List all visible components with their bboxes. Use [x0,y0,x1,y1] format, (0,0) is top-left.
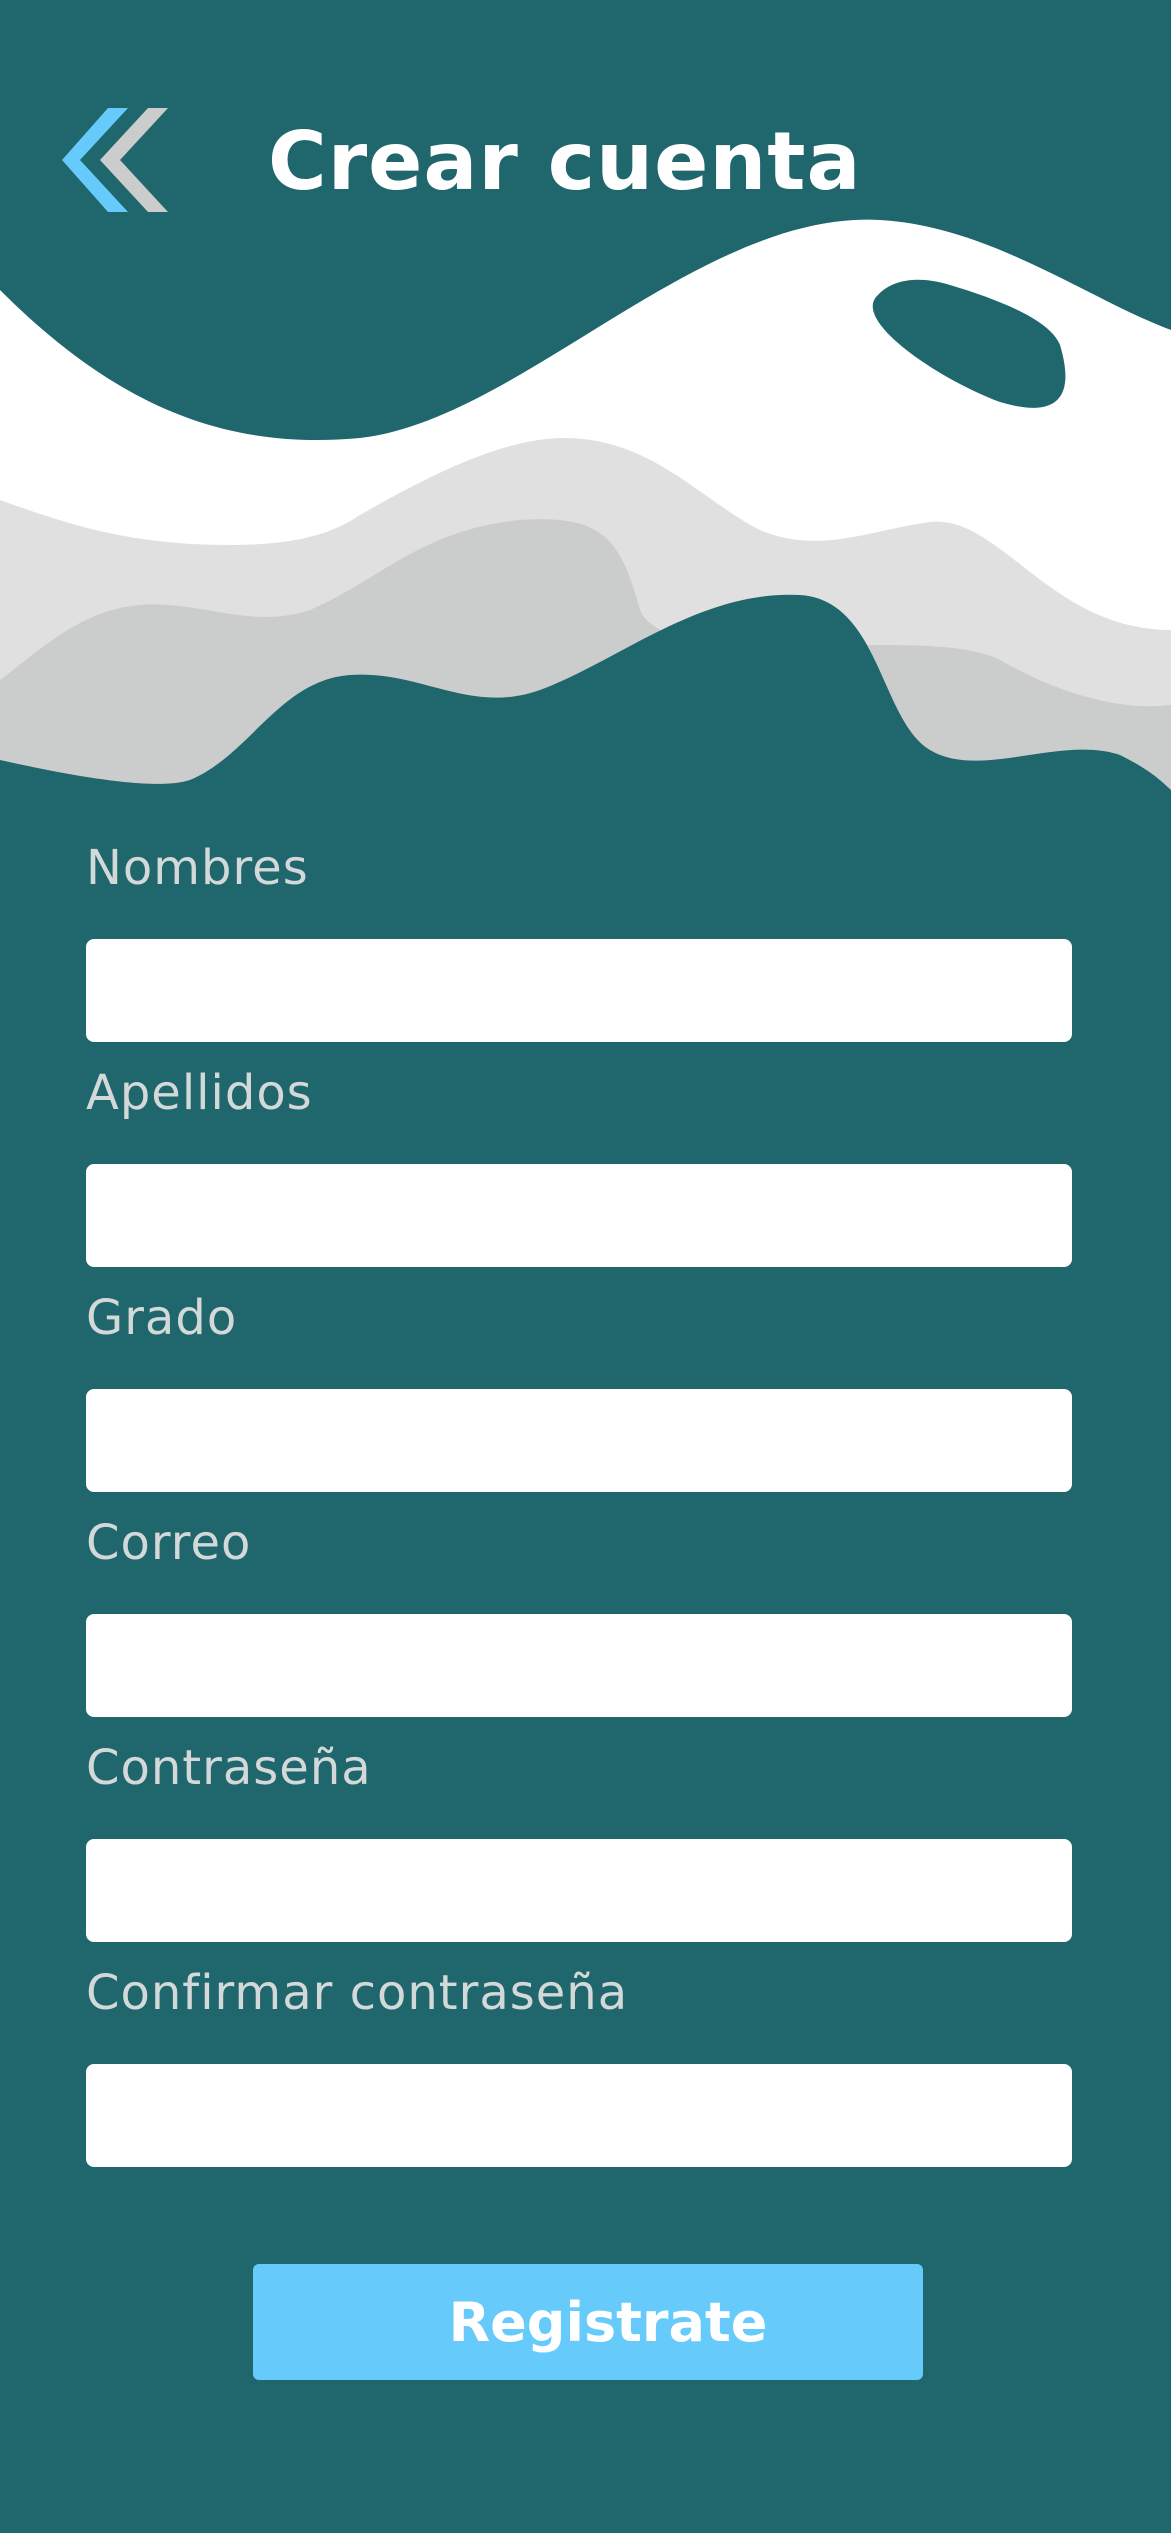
back-button[interactable] [62,96,172,226]
register-screen: Crear cuenta Nombres Apellidos Grado Cor… [0,0,1171,2533]
registration-form: Nombres Apellidos Grado Correo Contraseñ… [86,840,1072,2190]
field-grado: Grado [86,1290,1072,1515]
grado-input[interactable] [86,1389,1072,1492]
field-apellidos: Apellidos [86,1065,1072,1290]
field-contrasena: Contraseña [86,1740,1072,1965]
header: Crear cuenta [62,96,862,226]
confirmar-contrasena-input[interactable] [86,2064,1072,2167]
apellidos-label: Apellidos [86,1065,313,1121]
correo-label: Correo [86,1515,252,1571]
contrasena-label: Contraseña [86,1740,372,1796]
register-button-label: Registrate [448,2290,768,2354]
correo-input[interactable] [86,1614,1072,1717]
apellidos-input[interactable] [86,1164,1072,1267]
nombres-input[interactable] [86,939,1072,1042]
grado-label: Grado [86,1290,238,1346]
double-chevron-left-icon [62,108,168,212]
nombres-label: Nombres [86,840,309,896]
page-title: Crear cuenta [268,114,862,208]
field-correo: Correo [86,1515,1072,1740]
register-button[interactable]: Registrate [253,2264,923,2380]
field-nombres: Nombres [86,840,1072,1065]
confirmar-contrasena-label: Confirmar contraseña [86,1965,629,2021]
field-confirmar-contrasena: Confirmar contraseña [86,1965,1072,2190]
contrasena-input[interactable] [86,1839,1072,1942]
